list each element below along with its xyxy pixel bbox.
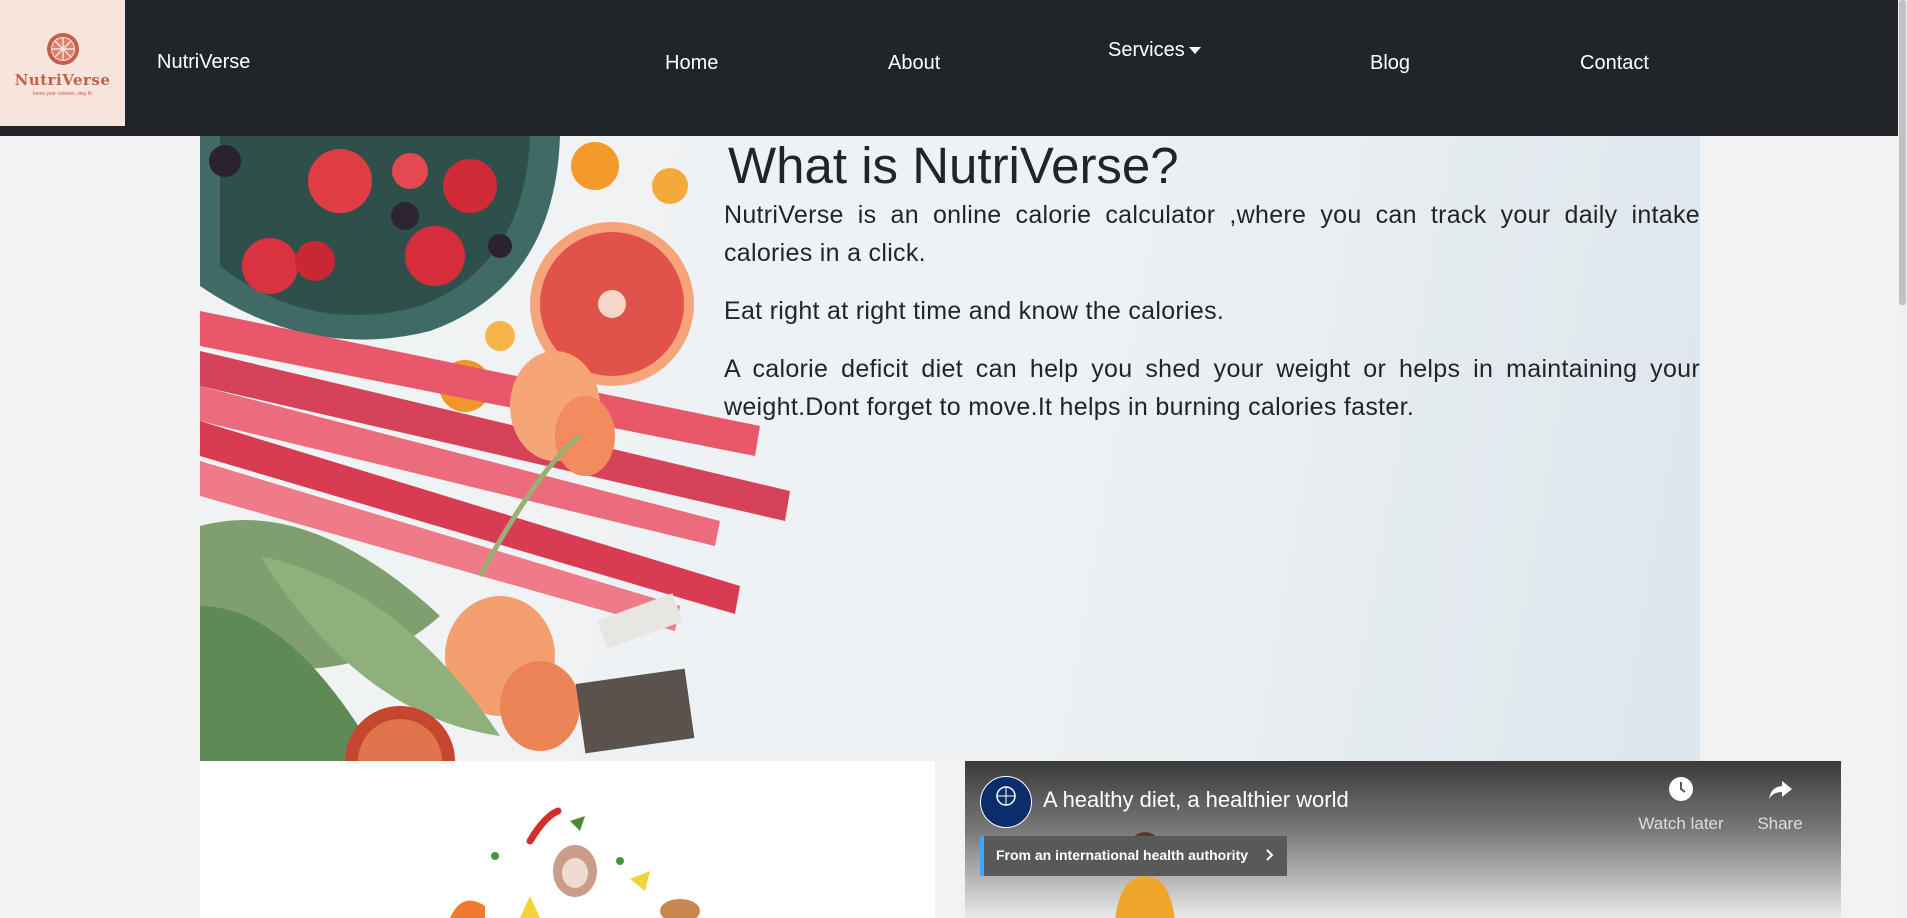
hero-paragraph: A calorie deficit diet can help you shed…: [724, 355, 1700, 421]
nav-services-label: Services: [1108, 39, 1185, 61]
food-illustration: [450, 807, 700, 918]
channel-logo[interactable]: [980, 776, 1032, 828]
orange-slice-logo-icon: [46, 33, 79, 65]
page-scrollbar[interactable]: [1898, 0, 1907, 918]
hero-section: What is NutriVerse? NutriVerse is an onl…: [200, 136, 1700, 761]
clock-icon: [1669, 777, 1693, 801]
food-illustration-card: [200, 761, 935, 918]
share-label: Share: [1757, 814, 1803, 833]
nav-services[interactable]: Services: [1108, 39, 1201, 62]
nav-home[interactable]: Home: [665, 52, 718, 75]
watch-later-button[interactable]: Watch later: [1636, 775, 1726, 834]
globe-icon: [996, 786, 1016, 806]
youtube-video-embed[interactable]: A healthy diet, a healthier world Watch …: [965, 761, 1841, 918]
logo-wordmark: NutriVerse: [14, 71, 111, 89]
share-button[interactable]: Share: [1750, 775, 1810, 834]
caret-down-icon: [1188, 47, 1201, 55]
watch-later-label: Watch later: [1638, 814, 1724, 833]
logo[interactable]: NutriVerse know your calories ,stay fit: [0, 0, 125, 126]
chevron-right-icon: [1266, 849, 1274, 861]
navbar: NutriVerse know your calories ,stay fit …: [0, 0, 1898, 136]
page-title: What is NutriVerse?: [728, 137, 1179, 194]
hero-paragraph: NutriVerse is an online calorie calculat…: [724, 201, 1700, 267]
hero-paragraph: Eat right at right time and know the cal…: [724, 297, 1225, 325]
logo-tagline: know your calories ,stay fit: [33, 91, 92, 97]
video-title[interactable]: A healthy diet, a healthier world: [1043, 787, 1349, 813]
brand-name[interactable]: NutriVerse: [157, 51, 250, 74]
nav-contact[interactable]: Contact: [1580, 52, 1649, 75]
health-authority-panel[interactable]: From an international health authority: [980, 836, 1287, 876]
nav-blog[interactable]: Blog: [1370, 52, 1410, 75]
scrollbar-thumb[interactable]: [1899, 0, 1906, 305]
nav-about[interactable]: About: [888, 52, 940, 75]
share-arrow-icon: [1769, 781, 1792, 799]
health-authority-label: From an international health authority: [996, 847, 1249, 863]
hero-text: What is NutriVerse? NutriVerse is an onl…: [724, 136, 1700, 446]
